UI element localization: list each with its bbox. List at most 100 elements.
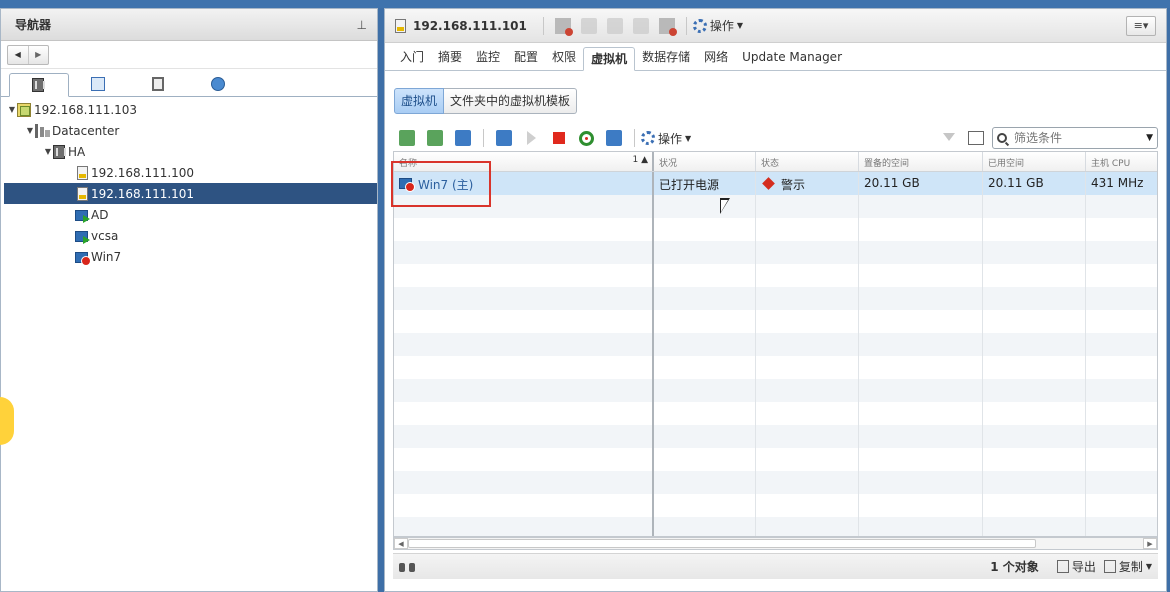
tree-item-vm-ad[interactable]: AD: [1, 204, 377, 225]
deploy-ovf-icon[interactable]: [580, 17, 597, 34]
used-cell: 20.11 GB: [983, 172, 1086, 195]
power-on-icon[interactable]: [527, 131, 536, 145]
tree-item-vm-win7[interactable]: Win7: [1, 246, 377, 267]
table-row: [394, 287, 1157, 310]
header-actions-menu[interactable]: 操作 ▼: [692, 17, 743, 34]
find-binoculars-icon[interactable]: [399, 561, 415, 573]
tab-summary[interactable]: 摘要: [431, 46, 469, 70]
network-icon: [210, 77, 225, 91]
table-footer: 1 个对象 导出 复制 ▼: [393, 553, 1158, 579]
power-off-icon[interactable]: [553, 132, 565, 144]
actions-label: 操作: [709, 19, 734, 33]
expand-caret-icon[interactable]: ▼: [25, 126, 35, 135]
vm-actions-menu[interactable]: 操作 ▼: [641, 130, 691, 147]
tab-getting-started[interactable]: 入门: [393, 46, 431, 70]
navigator-title: 导航器: [15, 18, 52, 32]
subtab-vms[interactable]: 虚拟机: [394, 88, 445, 114]
tree-item-vm-vcsa[interactable]: vcsa: [1, 225, 377, 246]
expand-caret-icon[interactable]: ▼: [43, 147, 53, 156]
separator: [634, 129, 635, 147]
maintenance-mode-icon[interactable]: [658, 17, 677, 36]
main-panel: 192.168.111.101 操作 ▼ ≡▾ 入门 摘要 监控 配置 权限 虚…: [384, 8, 1167, 592]
tree-item-datacenter[interactable]: ▼ Datacenter: [1, 120, 377, 141]
column-header-host-cpu[interactable]: 主机 CPU: [1086, 152, 1157, 171]
table-row: [394, 241, 1157, 264]
table-row: [394, 379, 1157, 402]
table-row: [394, 494, 1157, 517]
new-vm-icon[interactable]: [554, 17, 573, 36]
chevron-down-icon: ▼: [1145, 562, 1152, 571]
subtab-vm-templates[interactable]: 文件夹中的虚拟机模板: [444, 88, 578, 114]
top-bar: [0, 0, 1170, 8]
table-row[interactable]: Win7 (主) 已打开电源 警示 20.11 GB 20.11 GB 431 …: [394, 172, 1157, 195]
new-vm-icon[interactable]: [399, 130, 415, 146]
search-icon: [997, 133, 1007, 143]
gear-icon: [641, 131, 655, 145]
tab-vms-templates[interactable]: [69, 72, 129, 96]
tab-datastores[interactable]: 数据存储: [635, 46, 697, 70]
tree-item-cluster[interactable]: ▼ HA: [1, 141, 377, 162]
tab-monitor[interactable]: 监控: [469, 46, 507, 70]
scroll-thumb[interactable]: [408, 539, 1036, 548]
column-select-icon[interactable]: [968, 131, 984, 145]
tab-networking[interactable]: [189, 72, 249, 96]
scroll-right-icon[interactable]: ▶: [1143, 538, 1157, 549]
tab-storage[interactable]: [129, 72, 189, 96]
panel-menu-button[interactable]: ≡▾: [1126, 15, 1156, 36]
forward-arrow-icon[interactable]: ▶: [29, 46, 49, 64]
tab-permissions[interactable]: 权限: [545, 46, 583, 70]
clear-filter-icon[interactable]: [942, 131, 958, 145]
horizontal-scrollbar[interactable]: ◀ ▶: [393, 537, 1158, 550]
open-console-icon[interactable]: [496, 130, 512, 146]
new-vapp-icon[interactable]: [606, 17, 623, 34]
column-header-provisioned[interactable]: 置备的空间: [859, 152, 983, 171]
filter-input[interactable]: [1012, 130, 1147, 146]
navigator-header: 导航器 ⊥: [1, 9, 377, 41]
navigator-tabs: [1, 69, 377, 97]
pin-icon[interactable]: ⊥: [357, 18, 367, 32]
back-arrow-icon[interactable]: ◀: [8, 45, 29, 64]
export-button[interactable]: 导出: [1056, 558, 1096, 575]
reset-icon[interactable]: [579, 130, 594, 146]
table-row: [394, 356, 1157, 379]
resource-pool-icon[interactable]: [632, 17, 649, 34]
tree-item-vcenter[interactable]: ▼ 192.168.111.103: [1, 99, 377, 120]
actions-label: 操作: [658, 131, 683, 146]
copy-button[interactable]: 复制 ▼: [1103, 558, 1152, 575]
tab-configure[interactable]: 配置: [507, 46, 545, 70]
tree-item-label: Datacenter: [52, 123, 120, 138]
table-row: [394, 402, 1157, 425]
export-icon: [1056, 560, 1069, 573]
filter-box[interactable]: ▼: [992, 127, 1158, 149]
chevron-down-icon[interactable]: ▼: [1146, 133, 1153, 143]
cursor-highlight-marker: [0, 397, 14, 445]
tab-hosts-clusters[interactable]: [9, 73, 69, 97]
migrate-icon[interactable]: [606, 130, 622, 146]
history-bar: ◀ ▶: [1, 41, 377, 69]
object-header: 192.168.111.101 操作 ▼ ≡▾: [385, 9, 1166, 43]
table-row: [394, 471, 1157, 494]
vm-table: 名称 1 ▲ 状况 状态 置备的空间 已用空间 主机 CPU Win7 (主) …: [393, 151, 1158, 537]
tab-networks[interactable]: 网络: [697, 46, 735, 70]
condition-cell: 已打开电源: [654, 172, 756, 195]
vcenter-icon: [17, 102, 31, 117]
scroll-left-icon[interactable]: ◀: [394, 538, 408, 549]
tree-item-label: 192.168.111.101: [91, 186, 195, 201]
scroll-track[interactable]: [408, 539, 1143, 548]
tab-vms[interactable]: 虚拟机: [583, 47, 636, 71]
new-vm-from-template-icon[interactable]: [427, 130, 443, 146]
expand-caret-icon[interactable]: ▼: [7, 105, 17, 114]
tree-item-host-101[interactable]: 192.168.111.101: [4, 183, 377, 204]
tree-item-host-100[interactable]: 192.168.111.100: [1, 162, 377, 183]
column-header-condition[interactable]: 状况: [654, 152, 756, 171]
column-header-status[interactable]: 状态: [756, 152, 859, 171]
host-warning-icon: [77, 186, 88, 201]
tree-item-label: HA: [68, 144, 86, 159]
deploy-ovf-icon[interactable]: [455, 130, 471, 146]
object-count: 1 个对象: [990, 560, 1039, 574]
separator: [483, 129, 484, 147]
table-header: 名称 1 ▲ 状况 状态 置备的空间 已用空间 主机 CPU: [394, 152, 1157, 172]
tab-update-manager[interactable]: Update Manager: [735, 46, 849, 70]
table-row: [394, 448, 1157, 471]
column-header-used[interactable]: 已用空间: [983, 152, 1086, 171]
